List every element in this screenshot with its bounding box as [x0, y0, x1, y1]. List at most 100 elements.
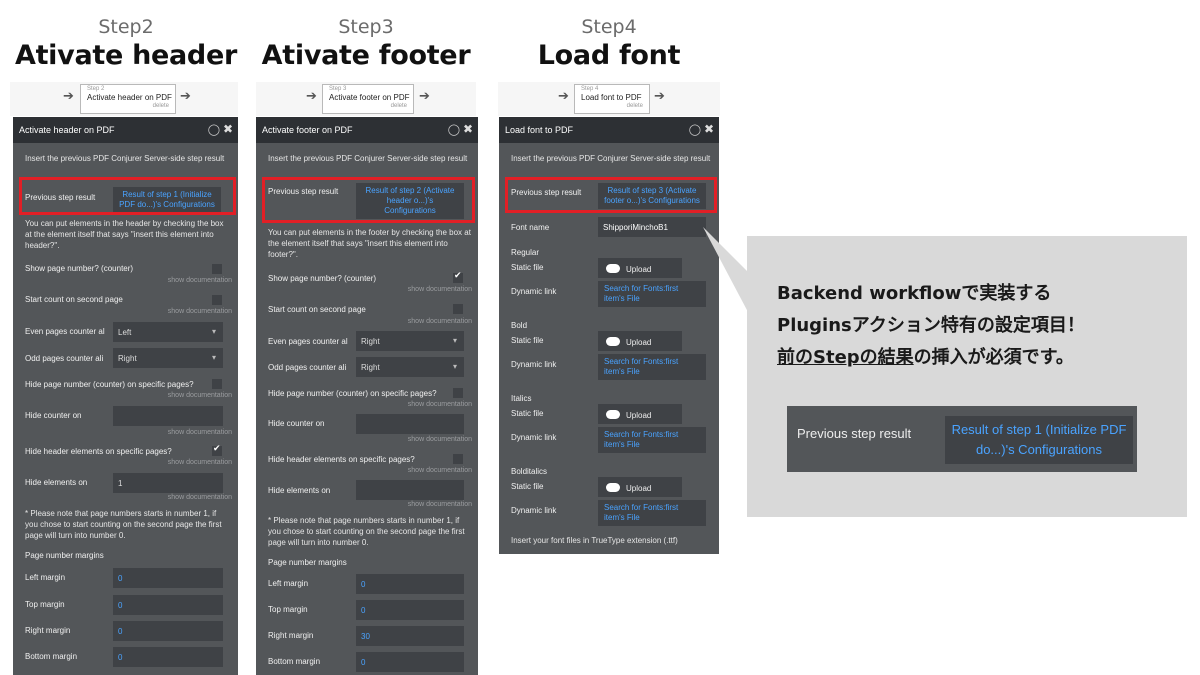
- odd-pages-dropdown[interactable]: Right: [356, 357, 464, 377]
- start-count-checkbox[interactable]: [212, 295, 222, 305]
- show-documentation-link[interactable]: show documentation: [408, 436, 472, 443]
- workflow-step-node[interactable]: Step 4 Load font to PDF delete: [574, 84, 650, 114]
- top-margin-input[interactable]: 0: [113, 595, 223, 615]
- show-documentation-link[interactable]: show documentation: [168, 277, 232, 284]
- hide-elements-checkbox[interactable]: [212, 444, 222, 456]
- delete-link[interactable]: delete: [329, 103, 407, 110]
- dynamic-link-label: Dynamic link: [511, 506, 557, 515]
- callout-line-1: Backend workflowで実装する: [777, 283, 1052, 304]
- node-step-label: Step 4: [581, 86, 599, 92]
- show-documentation-link[interactable]: show documentation: [408, 467, 472, 474]
- show-documentation-link[interactable]: show documentation: [408, 401, 472, 408]
- font-name-input[interactable]: ShipporiMinchoB1: [598, 217, 706, 237]
- show-documentation-link[interactable]: show documentation: [168, 459, 232, 466]
- property-panel: Activate footer on PDF ◯ ✖ Insert the pr…: [256, 117, 478, 675]
- comment-icon[interactable]: ◯: [208, 123, 220, 136]
- bottom-margin-input[interactable]: 0: [356, 652, 464, 672]
- top-margin-label: Top margin: [25, 600, 65, 609]
- start-count-label: Start count on second page: [25, 295, 123, 304]
- workflow-flow: ➔ Step 3 Activate footer on PDF delete ➔: [256, 82, 476, 116]
- callout-rest: の挿入が必須です。: [913, 347, 1074, 368]
- upload-label: Upload: [626, 484, 652, 493]
- right-margin-input[interactable]: 30: [356, 626, 464, 646]
- highlight-box: [505, 177, 717, 213]
- hide-elements-on-label: Hide elements on: [25, 478, 88, 487]
- delete-link[interactable]: delete: [87, 103, 169, 110]
- left-margin-input[interactable]: 0: [113, 568, 223, 588]
- dynamic-link-field[interactable]: Search for Fonts:first item's File: [598, 281, 706, 307]
- close-icon[interactable]: ✖: [704, 122, 714, 136]
- bolditalics-heading: Bolditalics: [511, 467, 548, 476]
- show-documentation-link[interactable]: show documentation: [168, 308, 232, 315]
- show-documentation-link[interactable]: show documentation: [168, 429, 232, 436]
- odd-pages-dropdown[interactable]: Right: [113, 348, 223, 368]
- upload-label: Upload: [626, 265, 652, 274]
- arrow-right-icon: ➔: [63, 89, 74, 104]
- bold-heading: Bold: [511, 321, 528, 330]
- panel-header: Activate header on PDF ◯ ✖: [13, 117, 238, 143]
- upload-button[interactable]: Upload: [598, 477, 682, 497]
- show-page-number-checkbox[interactable]: [453, 271, 463, 283]
- example-previous-step: Previous step result Result of step 1 (I…: [787, 406, 1137, 472]
- close-icon[interactable]: ✖: [223, 122, 233, 136]
- show-documentation-link[interactable]: show documentation: [168, 494, 232, 501]
- highlight-box: [262, 177, 475, 223]
- show-documentation-link[interactable]: show documentation: [408, 318, 472, 325]
- hide-elements-on-input[interactable]: 1: [113, 473, 223, 493]
- callout-text: Backend workflowで実装する Pluginsアクション特有の設定項…: [777, 278, 1085, 374]
- show-page-number-checkbox[interactable]: [212, 264, 222, 274]
- even-pages-dropdown[interactable]: Left: [113, 322, 223, 342]
- hide-elements-label: Hide header elements on specific pages?: [268, 455, 415, 464]
- hide-counter-on-input[interactable]: [356, 414, 464, 434]
- odd-pages-label: Odd pages counter ali: [25, 354, 104, 363]
- arrow-right-icon: ➔: [654, 89, 665, 104]
- cloud-upload-icon: [606, 483, 620, 492]
- show-documentation-link[interactable]: show documentation: [408, 501, 472, 508]
- column-step4: Step4 Load font ➔ Step 4 Load font to PD…: [496, 0, 722, 675]
- hide-page-number-checkbox[interactable]: [453, 388, 463, 398]
- static-file-label: Static file: [511, 263, 544, 272]
- right-margin-input[interactable]: 0: [113, 621, 223, 641]
- workflow-step-node[interactable]: Step 3 Activate footer on PDF delete: [322, 84, 414, 114]
- comment-icon[interactable]: ◯: [448, 123, 460, 136]
- footer-note: Insert your font files in TrueType exten…: [511, 536, 678, 545]
- static-file-label: Static file: [511, 482, 544, 491]
- dynamic-link-field[interactable]: Search for Fonts:first item's File: [598, 354, 706, 380]
- upload-button[interactable]: Upload: [598, 258, 682, 278]
- callout-line-3: 前のStepの結果の挿入が必須です。: [777, 342, 1085, 374]
- upload-button[interactable]: Upload: [598, 404, 682, 424]
- start-count-label: Start count on second page: [268, 305, 366, 314]
- dynamic-link-field[interactable]: Search for Fonts:first item's File: [598, 427, 706, 453]
- dynamic-link-field[interactable]: Search for Fonts:first item's File: [598, 500, 706, 526]
- even-pages-dropdown[interactable]: Right: [356, 331, 464, 351]
- show-documentation-link[interactable]: show documentation: [408, 286, 472, 293]
- upload-button[interactable]: Upload: [598, 331, 682, 351]
- comment-icon[interactable]: ◯: [689, 123, 701, 136]
- show-documentation-link[interactable]: show documentation: [168, 392, 232, 399]
- note-text: * Please note that page numbers starts i…: [268, 516, 465, 547]
- bottom-margin-label: Bottom margin: [268, 657, 321, 666]
- cloud-upload-icon: [606, 264, 620, 273]
- hide-elements-on-input[interactable]: [356, 480, 464, 500]
- description-text: You can put elements in the footer by ch…: [268, 228, 471, 259]
- delete-link[interactable]: delete: [581, 103, 643, 110]
- top-margin-label: Top margin: [268, 605, 308, 614]
- workflow-step-node[interactable]: Step 2 Activate header on PDF delete: [80, 84, 176, 114]
- right-margin-label: Right margin: [25, 626, 71, 635]
- hide-counter-on-input[interactable]: [113, 406, 223, 426]
- property-panel: Activate header on PDF ◯ ✖ Insert the pr…: [13, 117, 238, 675]
- hide-elements-checkbox[interactable]: [453, 454, 463, 464]
- odd-pages-label: Odd pages counter ali: [268, 363, 347, 372]
- left-margin-label: Left margin: [25, 573, 66, 582]
- close-icon[interactable]: ✖: [463, 122, 473, 136]
- start-count-checkbox[interactable]: [453, 304, 463, 314]
- hide-page-number-checkbox[interactable]: [212, 379, 222, 389]
- left-margin-input[interactable]: 0: [356, 574, 464, 594]
- bottom-margin-input[interactable]: 0: [113, 647, 223, 667]
- intro-text: Insert the previous PDF Conjurer Server-…: [268, 154, 468, 163]
- cloud-upload-icon: [606, 337, 620, 346]
- hide-elements-label: Hide header elements on specific pages?: [25, 447, 172, 456]
- highlight-box: [19, 177, 236, 215]
- bottom-margin-label: Bottom margin: [25, 652, 78, 661]
- top-margin-input[interactable]: 0: [356, 600, 464, 620]
